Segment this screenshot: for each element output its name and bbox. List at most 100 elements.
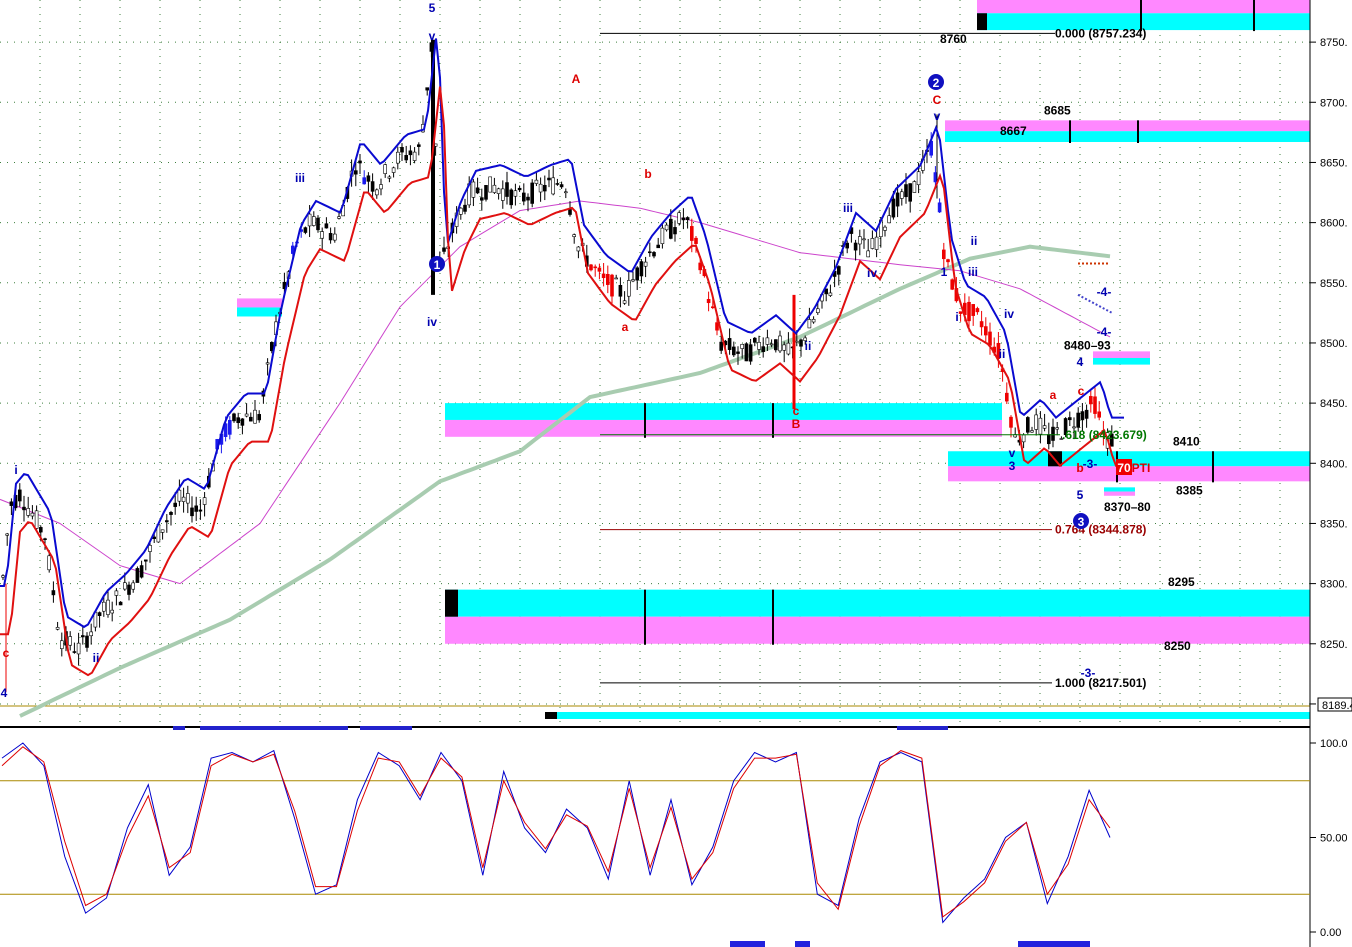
candle-body [719, 341, 724, 351]
candle-body [68, 636, 72, 646]
zone-label: 8480–93 [1064, 338, 1111, 352]
bottom-strip-block [545, 712, 557, 719]
candle-body [899, 191, 904, 199]
candle-body [904, 184, 908, 198]
candle-body [106, 599, 110, 615]
candle-body [257, 414, 262, 421]
candle-body [110, 609, 114, 614]
candle-body [874, 236, 879, 250]
y-axis[interactable]: 8750. 8700. 8650. 8600. 8550. 8500. 8450. 8400.… [1309, 0, 1352, 947]
candle-body [76, 642, 81, 655]
price-zones: 878887608685866784108385829582508480–938… [237, 0, 1310, 719]
candle-body [555, 183, 560, 185]
wave-label: 2 [933, 76, 940, 90]
candle-body [626, 280, 631, 297]
candle-body [165, 520, 169, 523]
candle-body [332, 233, 337, 241]
candle-body [622, 300, 627, 304]
candle-body [710, 306, 715, 309]
candle-body [366, 175, 371, 182]
candle-body [169, 512, 173, 515]
candle-body [572, 234, 577, 237]
candle-body [757, 341, 761, 350]
candle-body [1, 575, 5, 578]
candle-body [677, 212, 682, 224]
candle-body [685, 217, 690, 221]
candle-body [358, 160, 362, 164]
candle-body [425, 87, 430, 91]
axis-tick-label: 8250. [1320, 639, 1348, 651]
candle-body [643, 261, 648, 267]
candle-body [173, 502, 177, 507]
candle-body [144, 559, 148, 562]
wave-label: ii [999, 347, 1006, 361]
candle-body [933, 172, 938, 183]
candle-body [1047, 434, 1051, 445]
candle-body [647, 251, 652, 254]
osc-axis-tick-label: 0.00 [1320, 927, 1341, 939]
candle-body [664, 224, 669, 231]
candle-body [362, 177, 367, 185]
wave-label: 4 [1077, 355, 1084, 369]
candle-body [983, 326, 988, 336]
price-chart: 878887608685866784108385829582508480–938… [0, 0, 1352, 947]
candle-body [799, 339, 803, 347]
candle-body [1034, 414, 1038, 430]
candle-body [253, 409, 257, 424]
candle-body [736, 351, 740, 354]
candle-body [488, 176, 493, 193]
osc-axis-tick-label: 50.00 [1320, 833, 1348, 845]
candle-body [34, 510, 39, 529]
candle-body [542, 184, 547, 192]
candle-body [694, 237, 698, 244]
candle-body [870, 238, 875, 249]
fib-label: 0.000 (8757.234) [1055, 26, 1146, 40]
candle-body [744, 343, 749, 362]
candle-body [311, 216, 316, 226]
candle-body [836, 266, 841, 275]
candle-body [530, 182, 535, 204]
candle-body [240, 418, 245, 426]
candle-body [55, 627, 60, 630]
candle-body [534, 179, 539, 184]
candle-body [307, 213, 312, 227]
zone-label-top: 8410 [1173, 434, 1200, 448]
candle-body [773, 339, 778, 351]
candle-body [1021, 434, 1026, 443]
candle-body [946, 259, 950, 263]
candle-body [988, 331, 992, 346]
candle-body [857, 236, 862, 245]
candle-body [1068, 417, 1072, 421]
candle-body [908, 183, 913, 202]
candle-body [509, 189, 514, 206]
candle-body [656, 244, 661, 249]
candle-body [1038, 417, 1043, 435]
candle-body [1084, 409, 1089, 419]
wave-label: C [933, 93, 942, 107]
zone-8295-8250-top [445, 589, 1310, 617]
wave-label: 3 [1078, 515, 1085, 529]
wave-label: v [934, 109, 941, 123]
zone-label-bottom: 8250 [1164, 639, 1191, 653]
candle-body [97, 612, 102, 616]
axis-tick-label: 8350. [1320, 518, 1348, 530]
candle-body [971, 304, 976, 316]
wave-label: 1 [434, 258, 441, 272]
candle-body [442, 247, 446, 252]
candle-body [689, 226, 694, 241]
candle-body [551, 177, 556, 195]
candle-body [673, 227, 677, 235]
candle-body [521, 192, 526, 202]
candle-body [815, 308, 820, 313]
osc-marker [730, 941, 765, 947]
candle-body [681, 217, 686, 221]
candle-body [370, 181, 375, 192]
candle-body [589, 264, 593, 271]
wave-label: ii [805, 339, 812, 353]
candle-body [232, 413, 236, 422]
candle-body [391, 167, 396, 173]
candle-body [752, 337, 757, 343]
candle-body [568, 209, 572, 215]
candle-body [17, 489, 22, 502]
candle-body [765, 337, 770, 345]
